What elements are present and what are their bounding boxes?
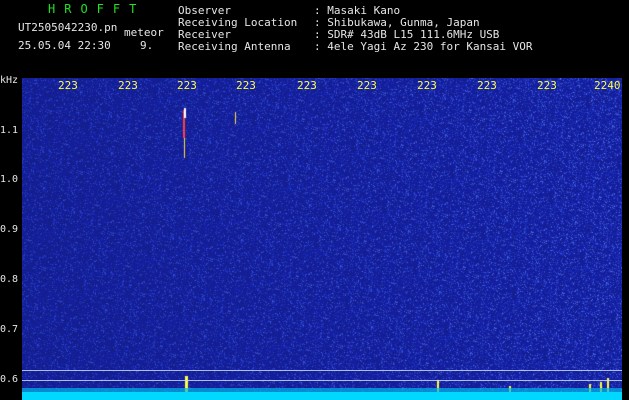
spectrogram-canvas	[22, 78, 622, 392]
y-label: 1.1	[0, 125, 19, 136]
signal-baseline	[22, 392, 622, 400]
spectrogram-area	[22, 78, 622, 392]
y-label: 0.6	[0, 374, 19, 385]
time-label: 2240	[594, 79, 621, 92]
reference-line	[22, 380, 622, 381]
station-info: Observer : Masaki Kano Receiving Locatio…	[178, 5, 533, 53]
y-axis-unit: kHz	[0, 75, 19, 86]
time-label: 223	[236, 79, 256, 92]
header-panel: HROFFT UT2505042230.pn meteor 25.05.04 2…	[0, 0, 629, 76]
reference-line	[22, 370, 622, 371]
y-label: 0.7	[0, 324, 19, 335]
file-name: UT2505042230.pn	[18, 21, 118, 34]
brand-title: HROFFT	[48, 2, 146, 16]
mode-label: meteor	[124, 26, 164, 39]
time-label: 223	[417, 79, 437, 92]
time-axis-labels: 223 223 223 223 223 223 223 223 223 2240	[22, 78, 622, 92]
y-label: 1.0	[0, 174, 19, 185]
count-value: 9.	[140, 39, 154, 52]
info-value: : 4ele Yagi Az 230 for Kansai VOR	[314, 40, 533, 53]
info-row-antenna: Receiving Antenna : 4ele Yagi Az 230 for…	[178, 41, 533, 53]
info-key: Receiving Antenna	[178, 40, 291, 53]
time-label: 223	[297, 79, 317, 92]
time-label: 223	[537, 79, 557, 92]
time-label: 223	[357, 79, 377, 92]
time-label: 223	[477, 79, 497, 92]
time-label: 223	[58, 79, 78, 92]
time-label: 223	[177, 79, 197, 92]
y-label: 0.9	[0, 224, 19, 235]
time-label: 223	[118, 79, 138, 92]
date-time: 25.05.04 22:30	[18, 39, 111, 52]
y-label: 0.8	[0, 274, 19, 285]
